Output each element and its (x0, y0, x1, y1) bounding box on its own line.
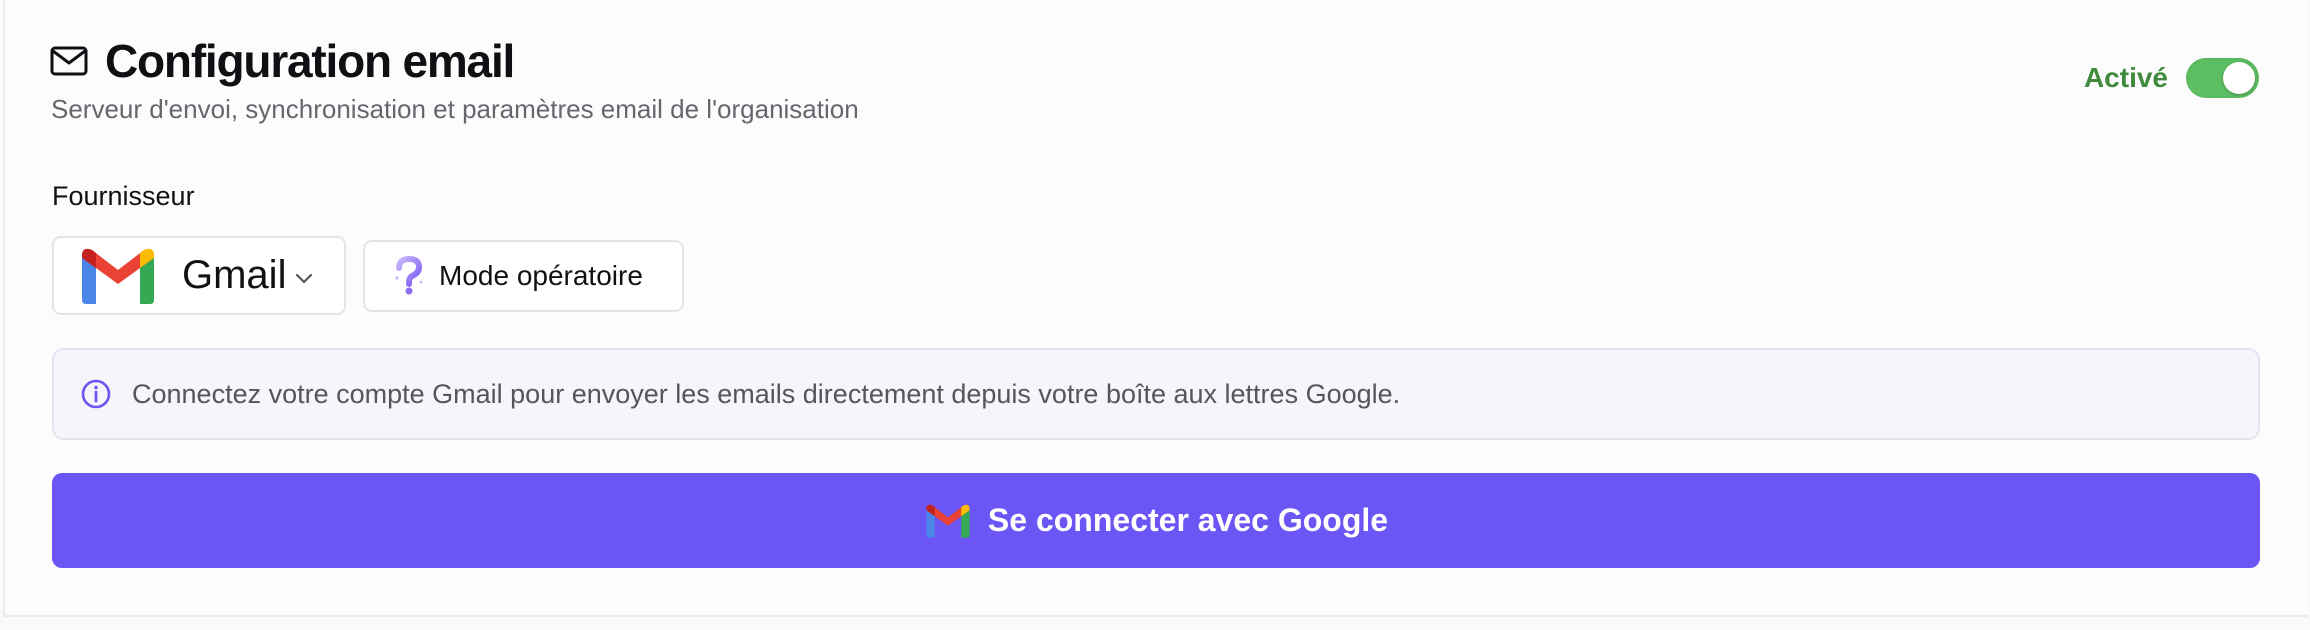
connect-google-button[interactable]: Se connecter avec Google (52, 473, 2260, 568)
active-toggle[interactable] (2186, 58, 2259, 98)
info-banner: Connectez votre compte Gmail pour envoye… (52, 348, 2260, 440)
active-toggle-group: Activé (2084, 58, 2259, 98)
chevron-down-icon (294, 271, 314, 285)
provider-select[interactable]: Gmail (52, 236, 346, 315)
gmail-logo-icon (78, 244, 158, 308)
mode-operatoire-label: Mode opératoire (439, 260, 643, 291)
page-title: Configuration email (105, 35, 515, 87)
provider-selected-value: Gmail (182, 253, 287, 297)
question-icon (391, 255, 427, 296)
provider-label: Fournisseur (52, 181, 195, 211)
page-subtitle: Serveur d'envoi, synchronisation et para… (51, 94, 859, 124)
toggle-label: Activé (2083, 62, 2168, 93)
mode-operatoire-button[interactable]: Mode opératoire (363, 240, 684, 312)
card-header: Configuration email Serveur d'envoi, syn… (49, 30, 2259, 125)
info-icon (80, 378, 112, 410)
mail-icon (49, 41, 89, 81)
toggle-knob (2223, 62, 2255, 94)
gmail-logo-icon (924, 501, 972, 541)
connect-google-label: Se connecter avec Google (987, 502, 1389, 538)
info-text: Connectez votre compte Gmail pour envoye… (132, 378, 1401, 409)
title-row: Configuration email (49, 30, 2259, 92)
